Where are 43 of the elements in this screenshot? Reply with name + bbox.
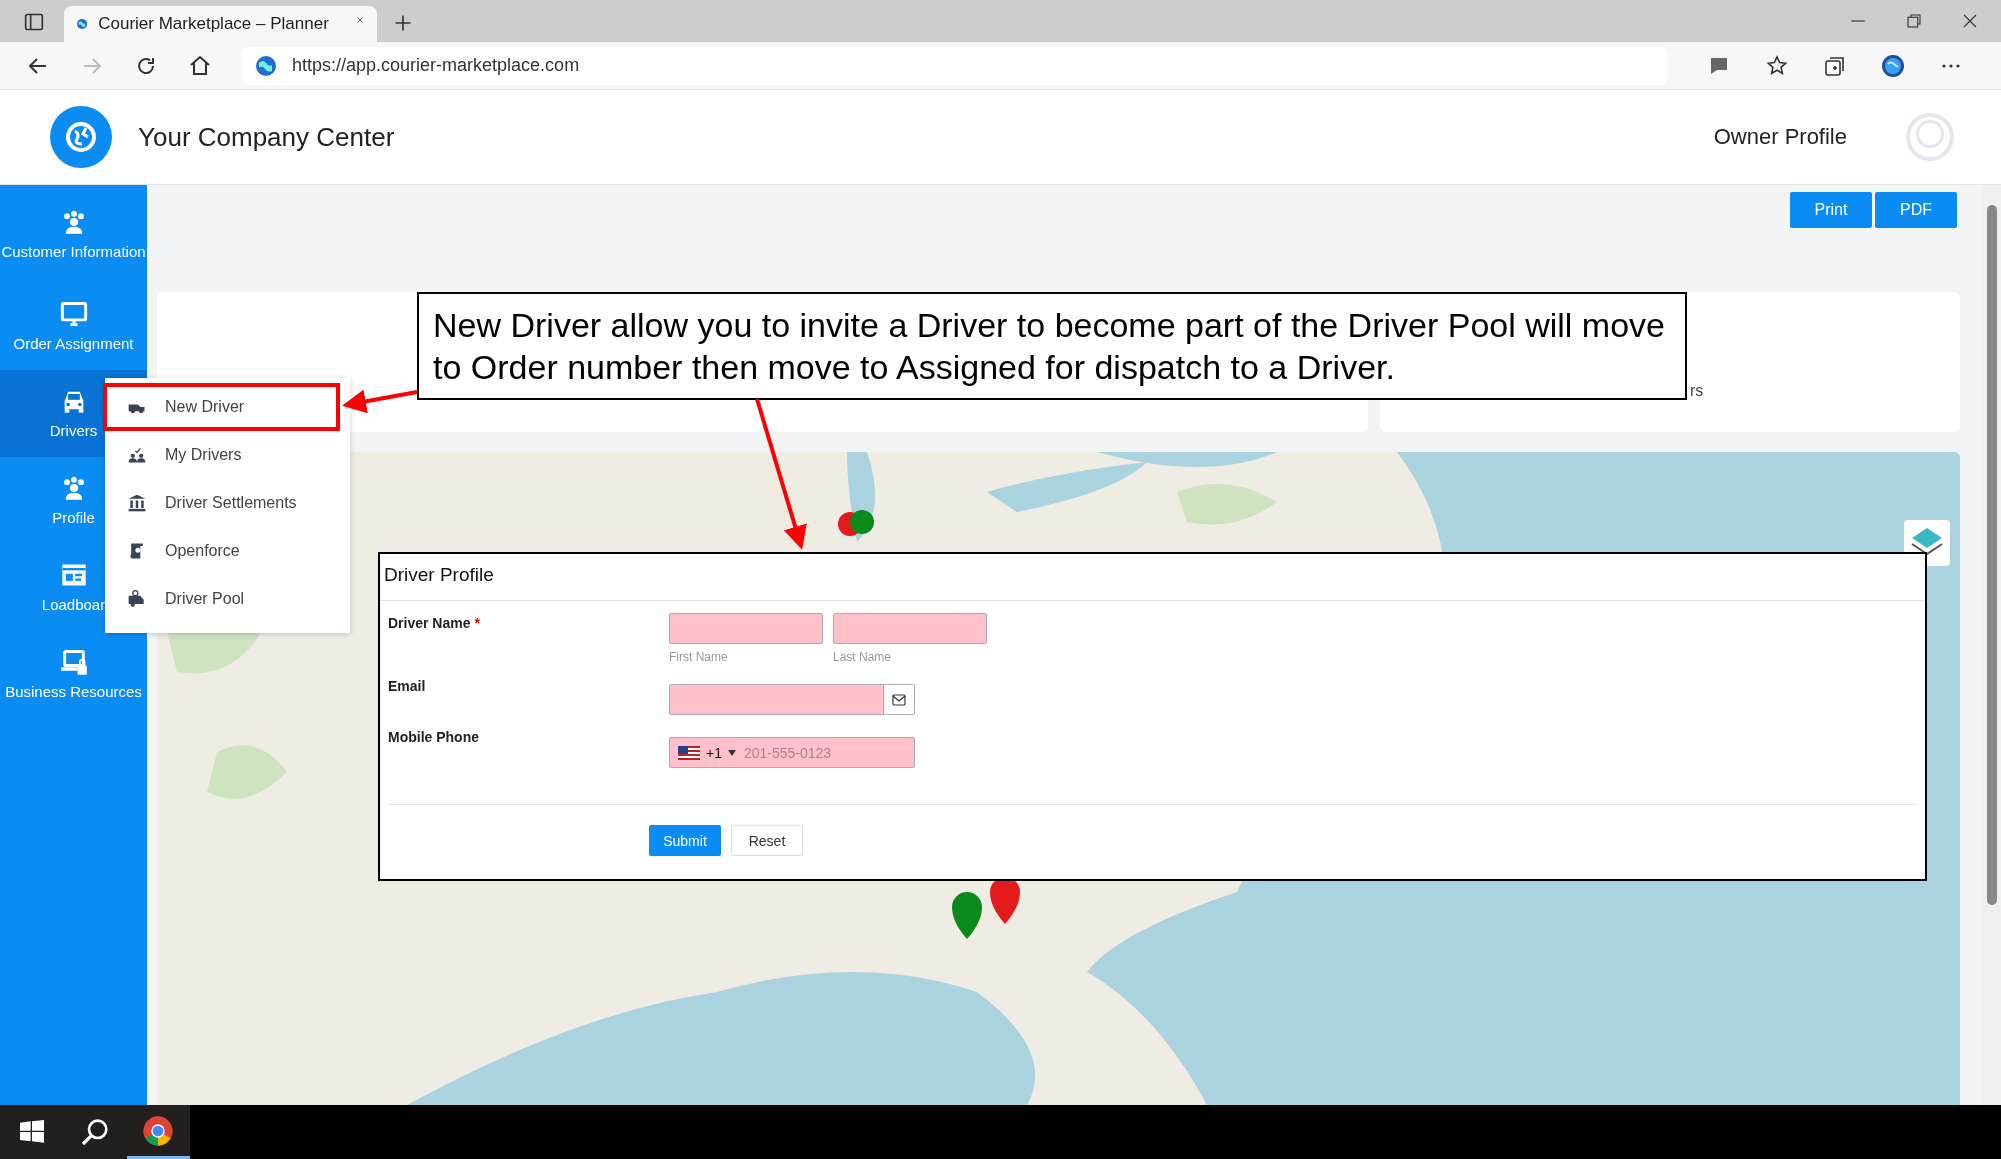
url-text: https://app.courier-marketplace.com <box>292 55 580 76</box>
menu-item[interactable]: New Driver <box>103 383 340 431</box>
required-mark: * <box>474 615 480 631</box>
globe-icon <box>254 53 278 78</box>
bank-icon <box>127 493 147 513</box>
truck-icon <box>127 589 147 609</box>
people-check-icon <box>127 445 147 465</box>
phone-field[interactable]: +1 201-555-0123 <box>669 737 915 768</box>
flag-icon[interactable] <box>678 745 700 760</box>
card-text: rs <box>1690 382 1704 400</box>
app-title: Your Company Center <box>138 121 395 153</box>
logo-icon <box>50 106 112 168</box>
reset-button[interactable]: Reset <box>731 825 803 856</box>
search-icon <box>79 1116 111 1148</box>
field-label: Email <box>388 678 426 694</box>
tab-title: Courier Marketplace – Planner <box>98 14 329 34</box>
restore-icon[interactable] <box>1905 12 1923 30</box>
panel-title: Driver Profile <box>380 554 1925 601</box>
favorites-icon[interactable] <box>1765 53 1789 78</box>
field-label: Mobile Phone <box>388 729 479 745</box>
email-field[interactable] <box>669 684 915 715</box>
address-field[interactable]: https://app.courier-marketplace.com <box>242 46 1667 85</box>
field-hint: First Name <box>669 650 729 664</box>
owner-profile-link[interactable]: Owner Profile <box>1713 124 1847 150</box>
scroll-thumb[interactable] <box>1987 205 1997 905</box>
laptop-lock-icon <box>59 648 88 676</box>
browser-tab[interactable]: Courier Marketplace – Planner <box>64 6 377 42</box>
caret-icon[interactable] <box>727 749 736 756</box>
browser-icon <box>142 1114 175 1147</box>
tab-actions-icon[interactable] <box>22 12 46 32</box>
profile-avatar-icon[interactable] <box>1881 53 1905 78</box>
new-tab-icon[interactable] <box>393 13 413 33</box>
input-field[interactable] <box>833 613 987 644</box>
input-field[interactable] <box>669 613 823 644</box>
monitor-icon <box>59 300 88 328</box>
field-hint: Last Name <box>833 650 893 664</box>
field-label: Driver Name <box>388 615 471 631</box>
scrollbar[interactable] <box>1983 185 2001 1105</box>
callout-text: New Driver allow you to invite a Driver to become part of the Driver Pool will move to Order number then move to Assigned for dispatch to a Driver. <box>417 292 1687 400</box>
envelope-icon <box>892 693 906 706</box>
country-code[interactable]: +1 <box>706 744 722 761</box>
close-icon[interactable] <box>1961 12 1979 30</box>
home-icon[interactable] <box>188 53 212 78</box>
